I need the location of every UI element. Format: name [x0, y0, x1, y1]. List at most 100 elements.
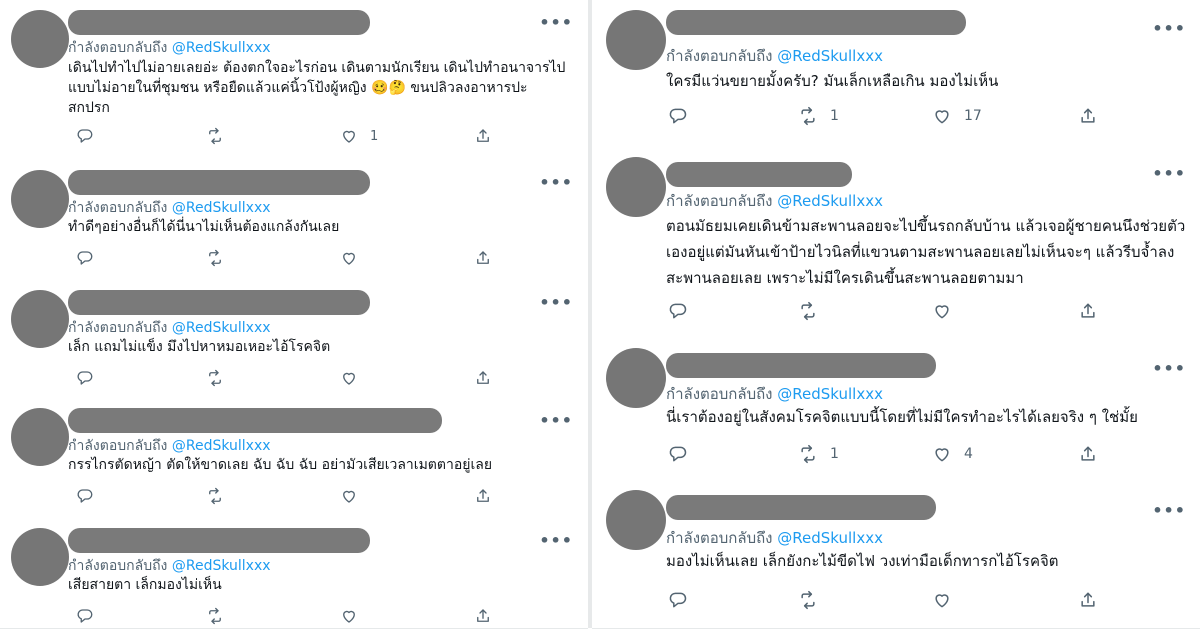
reply-button[interactable]: [668, 301, 700, 321]
reply-button[interactable]: [76, 248, 106, 268]
redacted-display-name[interactable]: [666, 10, 966, 35]
retweet-button[interactable]: [798, 301, 830, 321]
avatar[interactable]: [606, 490, 666, 550]
retweet-icon: [206, 127, 224, 145]
retweet-button[interactable]: [206, 606, 236, 626]
share-button[interactable]: [474, 486, 492, 506]
tweet-text-line: เสียสายตา เล็กมองไม่เห็น: [68, 577, 222, 593]
redacted-display-name[interactable]: [666, 353, 936, 378]
reply-handle-link[interactable]: @RedSkullxxx: [777, 192, 883, 210]
like-button[interactable]: [932, 590, 964, 610]
tweet-text: เดินไปทำไปไม่อายเลยอ่ะ ต้องตกใจอะไรก่อน …: [68, 58, 565, 118]
redacted-display-name[interactable]: [666, 495, 936, 520]
reply-handle-link[interactable]: @RedSkullxxx: [172, 558, 271, 574]
reply-icon: [76, 607, 94, 625]
retweet-button[interactable]: [206, 126, 236, 146]
share-button[interactable]: [474, 248, 492, 268]
reply-button[interactable]: [76, 486, 106, 506]
more-options-icon[interactable]: •••: [539, 295, 573, 311]
reply-button[interactable]: [668, 444, 700, 464]
retweet-button[interactable]: [798, 590, 830, 610]
avatar[interactable]: [11, 170, 69, 228]
like-count: 4: [964, 446, 973, 462]
replying-to-label: กำลังตอบกลับถึง @RedSkullxxx: [666, 382, 883, 406]
reply-handle-link[interactable]: @RedSkullxxx: [172, 40, 271, 56]
share-button[interactable]: [474, 368, 492, 388]
redacted-display-name[interactable]: [666, 162, 852, 187]
avatar[interactable]: [606, 348, 666, 408]
retweet-count: 1: [830, 446, 839, 462]
share-button[interactable]: [1078, 106, 1098, 126]
avatar[interactable]: [11, 528, 69, 586]
tweet-card: ••• กำลังตอบกลับถึง @RedSkullxxx เสียสายตา…: [0, 518, 588, 629]
redacted-display-name[interactable]: [68, 170, 370, 195]
reply-handle-link[interactable]: @RedSkullxxx: [172, 200, 271, 216]
retweet-button[interactable]: [206, 368, 236, 388]
reply-prefix: กำลังตอบกลับถึง: [68, 438, 172, 454]
tweet-actions: [0, 248, 588, 268]
reply-handle-link[interactable]: @RedSkullxxx: [777, 47, 883, 65]
more-options-icon[interactable]: •••: [539, 175, 573, 191]
share-icon: [1078, 301, 1098, 321]
more-options-icon[interactable]: •••: [1152, 166, 1186, 182]
like-icon: [340, 369, 358, 387]
tweet-actions: [592, 301, 1200, 321]
like-button[interactable]: [340, 606, 370, 626]
like-icon: [932, 301, 952, 321]
avatar[interactable]: [11, 290, 69, 348]
like-button[interactable]: 4: [932, 444, 973, 464]
reply-button[interactable]: [668, 590, 700, 610]
avatar[interactable]: [11, 10, 69, 68]
more-options-icon[interactable]: •••: [1152, 503, 1186, 519]
tweet-text-line: ทำดีๆอย่างอื่นก็ได้นี่นาไม่เห็นต้องแกล้ง…: [68, 219, 340, 235]
reply-handle-link[interactable]: @RedSkullxxx: [777, 529, 883, 547]
retweet-button[interactable]: 1: [798, 106, 839, 126]
more-options-icon[interactable]: •••: [1152, 361, 1186, 377]
retweet-button[interactable]: [206, 248, 236, 268]
share-button[interactable]: [474, 606, 492, 626]
share-button[interactable]: [1078, 590, 1098, 610]
tweet-text-line: สกปรก: [68, 100, 110, 116]
like-icon: [932, 590, 952, 610]
share-icon: [474, 369, 492, 387]
reply-prefix: กำลังตอบกลับถึง: [68, 40, 172, 56]
avatar[interactable]: [606, 157, 666, 217]
redacted-display-name[interactable]: [68, 528, 370, 553]
like-button[interactable]: [932, 301, 964, 321]
share-button[interactable]: [1078, 444, 1098, 464]
more-options-icon[interactable]: •••: [539, 15, 573, 31]
more-options-icon[interactable]: •••: [539, 533, 573, 549]
tweet-card: ••• กำลังตอบกลับถึง @RedSkullxxx เดินไปทำไ…: [0, 0, 588, 161]
redacted-display-name[interactable]: [68, 408, 442, 433]
reply-button[interactable]: [76, 606, 106, 626]
retweet-button[interactable]: 1: [798, 444, 839, 464]
like-button[interactable]: 17: [932, 106, 982, 126]
reply-button[interactable]: [668, 106, 700, 126]
reply-button[interactable]: [76, 126, 106, 146]
like-button[interactable]: [340, 486, 370, 506]
tweet-text-line: นี่เราต้องอยู่ในสังคมโรคจิตแบบนี้โดยที่ไ…: [666, 408, 1138, 426]
reply-handle-link[interactable]: @RedSkullxxx: [777, 385, 883, 403]
share-button[interactable]: [1078, 301, 1098, 321]
avatar[interactable]: [11, 408, 69, 466]
redacted-display-name[interactable]: [68, 10, 370, 35]
like-button[interactable]: [340, 368, 370, 388]
reply-prefix: กำลังตอบกลับถึง: [68, 320, 172, 336]
reply-icon: [76, 127, 94, 145]
reply-handle-link[interactable]: @RedSkullxxx: [172, 438, 271, 454]
retweet-button[interactable]: [206, 486, 236, 506]
like-button[interactable]: [340, 248, 370, 268]
tweet-text-line: เล็ก แถมไม่แข็ง มึงไปหาหมอเหอะไอ้โรคจิต: [68, 339, 331, 355]
like-count: 17: [964, 108, 982, 124]
more-options-icon[interactable]: •••: [539, 413, 573, 429]
reply-handle-link[interactable]: @RedSkullxxx: [172, 320, 271, 336]
like-button[interactable]: 1: [340, 126, 378, 146]
avatar[interactable]: [606, 10, 666, 70]
more-options-icon[interactable]: •••: [1152, 21, 1186, 37]
tweet-actions: [592, 590, 1200, 610]
share-button[interactable]: [474, 126, 492, 146]
retweet-icon: [206, 369, 224, 387]
redacted-display-name[interactable]: [68, 290, 370, 315]
reply-button[interactable]: [76, 368, 106, 388]
replying-to-label: กำลังตอบกลับถึง @RedSkullxxx: [666, 44, 883, 68]
